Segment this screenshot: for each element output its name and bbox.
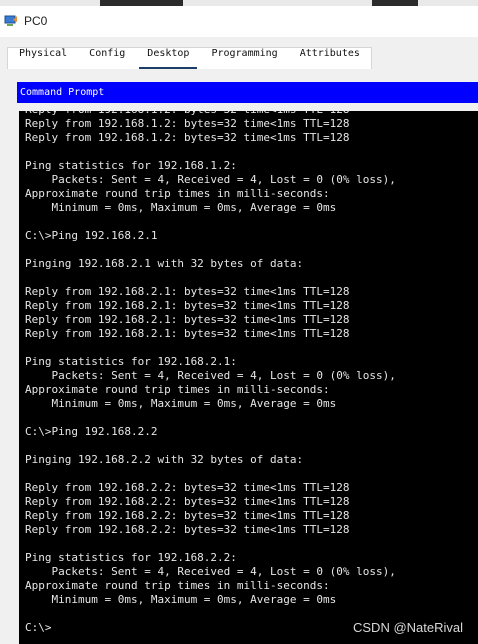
terminal-line: Packets: Sent = 4, Received = 4, Lost = … — [25, 565, 396, 578]
terminal-line: Approximate round trip times in milli-se… — [25, 383, 330, 396]
terminal-line: Reply from 192.168.2.2: bytes=32 time<1m… — [25, 495, 350, 508]
terminal-line: Reply from 192.168.2.1: bytes=32 time<1m… — [25, 299, 350, 312]
terminal-line: Reply from 192.168.1.2: bytes=32 time<1m… — [25, 117, 350, 130]
terminal-line: Reply from 192.168.2.1: bytes=32 time<1m… — [25, 313, 350, 326]
terminal-line: Approximate round trip times in milli-se… — [25, 579, 330, 592]
terminal-line: Reply from 192.168.2.2: bytes=32 time<1m… — [25, 481, 350, 494]
window-titlebar: PC0 — [0, 6, 478, 37]
terminal-line: Reply from 192.168.2.1: bytes=32 time<1m… — [25, 285, 350, 298]
tab-programming[interactable]: Programming — [200, 48, 288, 69]
terminal-line: C:\> — [25, 621, 52, 634]
packet-tracer-pc-icon — [4, 15, 17, 26]
terminal-line: Packets: Sent = 4, Received = 4, Lost = … — [25, 173, 396, 186]
tab-desktop[interactable]: Desktop — [136, 48, 201, 69]
tab-bar: Physical Config Desktop Programming Attr… — [0, 37, 478, 70]
terminal-output: Reply from 192.168.1.2: bytes=32 time<1m… — [25, 111, 396, 635]
terminal-line: Pinging 192.168.2.1 with 32 bytes of dat… — [25, 257, 304, 270]
terminal-line: Ping statistics for 192.168.2.2: — [25, 551, 237, 564]
terminal-line: Ping statistics for 192.168.2.1: — [25, 355, 237, 368]
terminal-line: Reply from 192.168.2.2: bytes=32 time<1m… — [25, 523, 350, 536]
terminal-line: C:\>Ping 192.168.2.2 — [25, 425, 158, 438]
tab-list: Physical Config Desktop Programming Attr… — [7, 47, 372, 70]
terminal-line: Approximate round trip times in milli-se… — [25, 187, 330, 200]
terminal-line: C:\>Ping 192.168.2.1 — [25, 229, 158, 242]
terminal-line: Reply from 192.168.2.1: bytes=32 time<1m… — [25, 327, 350, 340]
window-title: PC0 — [24, 14, 48, 28]
terminal-line: Pinging 192.168.2.2 with 32 bytes of dat… — [25, 453, 304, 466]
terminal-line: Ping statistics for 192.168.1.2: — [25, 159, 237, 172]
watermark: CSDN @NateRival — [353, 620, 463, 635]
terminal-line: Minimum = 0ms, Maximum = 0ms, Average = … — [25, 201, 337, 214]
terminal-line: Minimum = 0ms, Maximum = 0ms, Average = … — [25, 397, 337, 410]
tab-attributes[interactable]: Attributes — [289, 48, 371, 69]
terminal-line: Reply from 192.168.1.2: bytes=32 time<1m… — [25, 131, 350, 144]
command-prompt-terminal[interactable]: Reply from 192.168.1.2: bytes=32 time<1m… — [19, 111, 478, 644]
command-prompt-header: Command Prompt — [17, 82, 478, 103]
terminal-line: Minimum = 0ms, Maximum = 0ms, Average = … — [25, 593, 337, 606]
tab-physical[interactable]: Physical — [8, 48, 78, 69]
tab-config[interactable]: Config — [78, 48, 136, 69]
desktop-panel: Command Prompt Reply from 192.168.1.2: b… — [0, 69, 478, 644]
terminal-line: Reply from 192.168.2.2: bytes=32 time<1m… — [25, 509, 350, 522]
terminal-line: Packets: Sent = 4, Received = 4, Lost = … — [25, 369, 396, 382]
